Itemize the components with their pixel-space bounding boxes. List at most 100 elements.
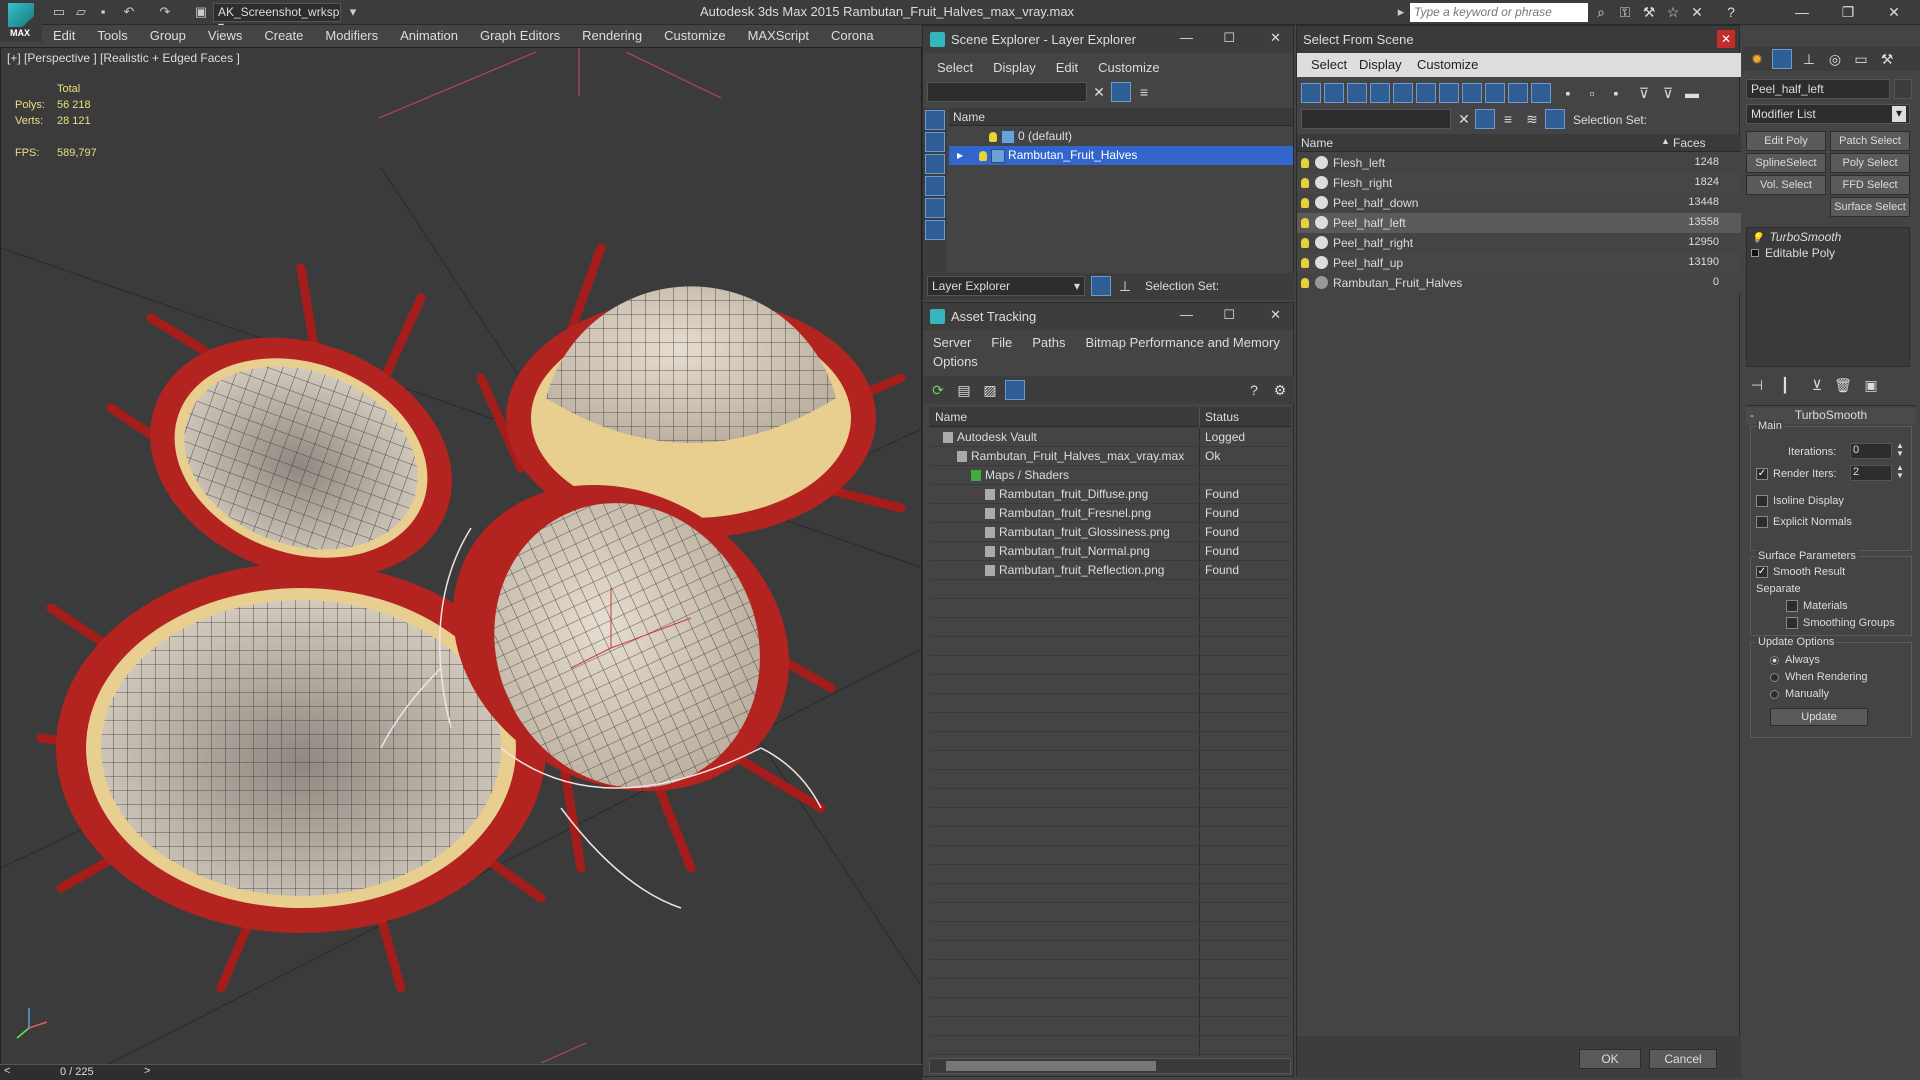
iterations-spinner[interactable]: 0 (1850, 443, 1892, 459)
menu-display[interactable]: Display (1359, 57, 1402, 72)
asset-row[interactable]: Rambutan_Fruit_Halves_max_vray.max Ok (929, 447, 1291, 466)
layer-explorer-icon[interactable] (1091, 276, 1111, 296)
perspective-viewport[interactable]: [+] [Perspective ] [Realistic + Edged Fa… (0, 47, 922, 1067)
menu-customize[interactable]: Customize (1088, 60, 1169, 75)
asset-horizontal-scrollbar[interactable] (929, 1058, 1291, 1074)
visibility-bulb-icon[interactable] (1301, 198, 1309, 208)
spinner-arrows-icon[interactable]: ▲ ▼ (1896, 464, 1904, 480)
layer-row-selected[interactable]: ▸ Rambutan_Fruit_Halves (949, 146, 1293, 165)
favorites-star-icon[interactable]: ☆ (1664, 3, 1682, 21)
modifier-list-dropdown[interactable]: Modifier List ▾ (1746, 104, 1910, 124)
faces-column-header[interactable]: Faces (1673, 136, 1706, 150)
subscription-icon[interactable]: ⚒ (1640, 3, 1658, 21)
explicit-normals-checkbox[interactable]: Explicit Normals (1756, 516, 1852, 529)
modifier-set-button[interactable]: FFD Select (1830, 175, 1910, 195)
object-row[interactable]: Peel_half_down 13448 (1297, 193, 1741, 213)
materials-checkbox[interactable]: Materials (1786, 600, 1848, 613)
display-shapes-icon[interactable] (925, 132, 945, 152)
visibility-bulb-icon[interactable] (1301, 258, 1309, 268)
funnel-icon[interactable]: ⊽ (1633, 83, 1655, 103)
modify-tab-icon[interactable] (1772, 49, 1792, 69)
select-none-icon[interactable]: ▫ (1581, 83, 1603, 103)
restore-icon[interactable]: ❐ (1826, 0, 1870, 24)
minimize-icon[interactable]: — (1180, 30, 1193, 45)
prev-frame-icon[interactable]: < (4, 1065, 10, 1077)
table-view-icon[interactable] (1005, 380, 1025, 400)
minimize-icon[interactable]: — (1180, 307, 1193, 322)
modifier-set-button[interactable]: Surface Select (1830, 197, 1910, 217)
filter-icon[interactable] (1111, 82, 1131, 102)
key-icon[interactable]: ⚿ (1616, 3, 1634, 21)
layer-options-icon[interactable]: ≡ (1133, 82, 1155, 102)
redo-icon[interactable]: ↷ (156, 3, 174, 21)
workspace-dropdown[interactable]: AK_Screenshot_wrksp ▾ (213, 3, 341, 33)
sort-up-icon[interactable]: ▲ (1661, 136, 1670, 146)
asset-row[interactable]: Rambutan_fruit_Glossiness.png Found (929, 523, 1291, 542)
find-input[interactable] (1301, 109, 1451, 129)
display-lights-icon[interactable] (925, 154, 945, 174)
object-row[interactable]: Flesh_left 1248 (1297, 153, 1741, 173)
status-column-header[interactable]: Status (1205, 410, 1239, 424)
asset-row[interactable]: Rambutan_fruit_Reflection.png Found (929, 561, 1291, 580)
cancel-button[interactable]: Cancel (1649, 1049, 1717, 1069)
display-spacewarps-icon[interactable] (925, 220, 945, 240)
modifier-set-button[interactable]: SplineSelect (1746, 153, 1826, 173)
undo-icon[interactable]: ↶ (120, 3, 138, 21)
toolbar-overflow-icon[interactable]: ▾ (344, 3, 362, 21)
scene-explorer-find-input[interactable] (927, 82, 1087, 102)
layer-list-icon[interactable]: ≡ (1497, 109, 1519, 129)
project-folder-icon[interactable]: ▣ (192, 3, 210, 21)
display-geometry-icon[interactable] (925, 110, 945, 130)
menu-views[interactable]: Views (197, 25, 253, 43)
display-cameras-icon[interactable] (925, 176, 945, 196)
modifier-set-button[interactable]: Edit Poly (1746, 131, 1826, 151)
expand-arrow-icon[interactable]: ▸ (1392, 3, 1410, 21)
isoline-display-checkbox[interactable]: Isoline Display (1756, 495, 1844, 508)
menu-server[interactable]: Server (923, 335, 981, 350)
always-radio[interactable]: Always (1770, 654, 1820, 666)
asset-row[interactable]: Maps / Shaders (929, 466, 1291, 485)
visibility-bulb-icon[interactable] (1301, 158, 1309, 168)
asset-row[interactable]: Rambutan_fruit_Diffuse.png Found (929, 485, 1291, 504)
menu-edit[interactable]: Edit (42, 25, 86, 43)
open-file-icon[interactable]: ▱ (72, 3, 90, 21)
scrollbar-thumb[interactable] (946, 1061, 1156, 1071)
visibility-bulb-icon[interactable] (979, 150, 988, 161)
filter-lights-icon[interactable] (1347, 83, 1367, 103)
clear-find-icon[interactable]: ✕ (1088, 82, 1110, 102)
display-helpers-icon[interactable] (925, 198, 945, 218)
asset-row[interactable]: Rambutan_fruit_Fresnel.png Found (929, 504, 1291, 523)
help-icon[interactable]: ? (1722, 3, 1740, 21)
object-row[interactable]: Peel_half_up 13190 (1297, 253, 1741, 273)
show-end-result-icon[interactable]: ┃ (1774, 375, 1796, 395)
menu-select[interactable]: Select (927, 60, 983, 75)
menu-group[interactable]: Group (139, 25, 197, 43)
asset-tracking-titlebar[interactable]: Asset Tracking — ☐ ✕ (923, 303, 1293, 330)
hierarchy-icon[interactable]: ⊥ (1114, 276, 1136, 296)
select-invert-icon[interactable]: ▪ (1605, 83, 1627, 103)
close-icon[interactable]: ✕ (1270, 30, 1281, 46)
object-color-swatch[interactable] (1894, 79, 1912, 99)
smoothing-groups-checkbox[interactable]: Smoothing Groups (1786, 617, 1895, 630)
modifier-set-button[interactable]: Patch Select (1830, 131, 1910, 151)
create-tab-icon[interactable]: ✹ (1746, 49, 1768, 69)
pin-stack-icon[interactable]: ⊣ (1746, 375, 1768, 395)
search-input[interactable]: Type a keyword or phrase (1410, 3, 1588, 22)
filter-groups-icon[interactable] (1439, 83, 1459, 103)
ok-button[interactable]: OK (1579, 1049, 1641, 1069)
visibility-bulb-icon[interactable] (1301, 238, 1309, 248)
display-tab-icon[interactable]: ▭ (1850, 49, 1872, 69)
app-logo[interactable]: MAX (0, 0, 42, 42)
make-unique-icon[interactable]: ⊻ (1806, 375, 1828, 395)
object-row-selected[interactable]: Peel_half_left 13558 (1297, 213, 1741, 233)
settings-icon[interactable]: ⚙ (1269, 380, 1291, 400)
menu-paths[interactable]: Paths (1022, 335, 1075, 350)
object-row[interactable]: Rambutan_Fruit_Halves 0 (1297, 273, 1741, 293)
filter-spacewarps-icon[interactable] (1416, 83, 1436, 103)
layers-icon[interactable]: ≋ (1521, 109, 1543, 129)
select-from-scene-titlebar[interactable]: Select From Scene ✕ (1297, 26, 1739, 53)
render-iters-spinner[interactable]: 2 (1850, 465, 1892, 481)
object-row[interactable]: Flesh_right 1824 (1297, 173, 1741, 193)
visibility-bulb-icon[interactable] (1301, 218, 1309, 228)
filter-containers-icon[interactable] (1508, 83, 1528, 103)
